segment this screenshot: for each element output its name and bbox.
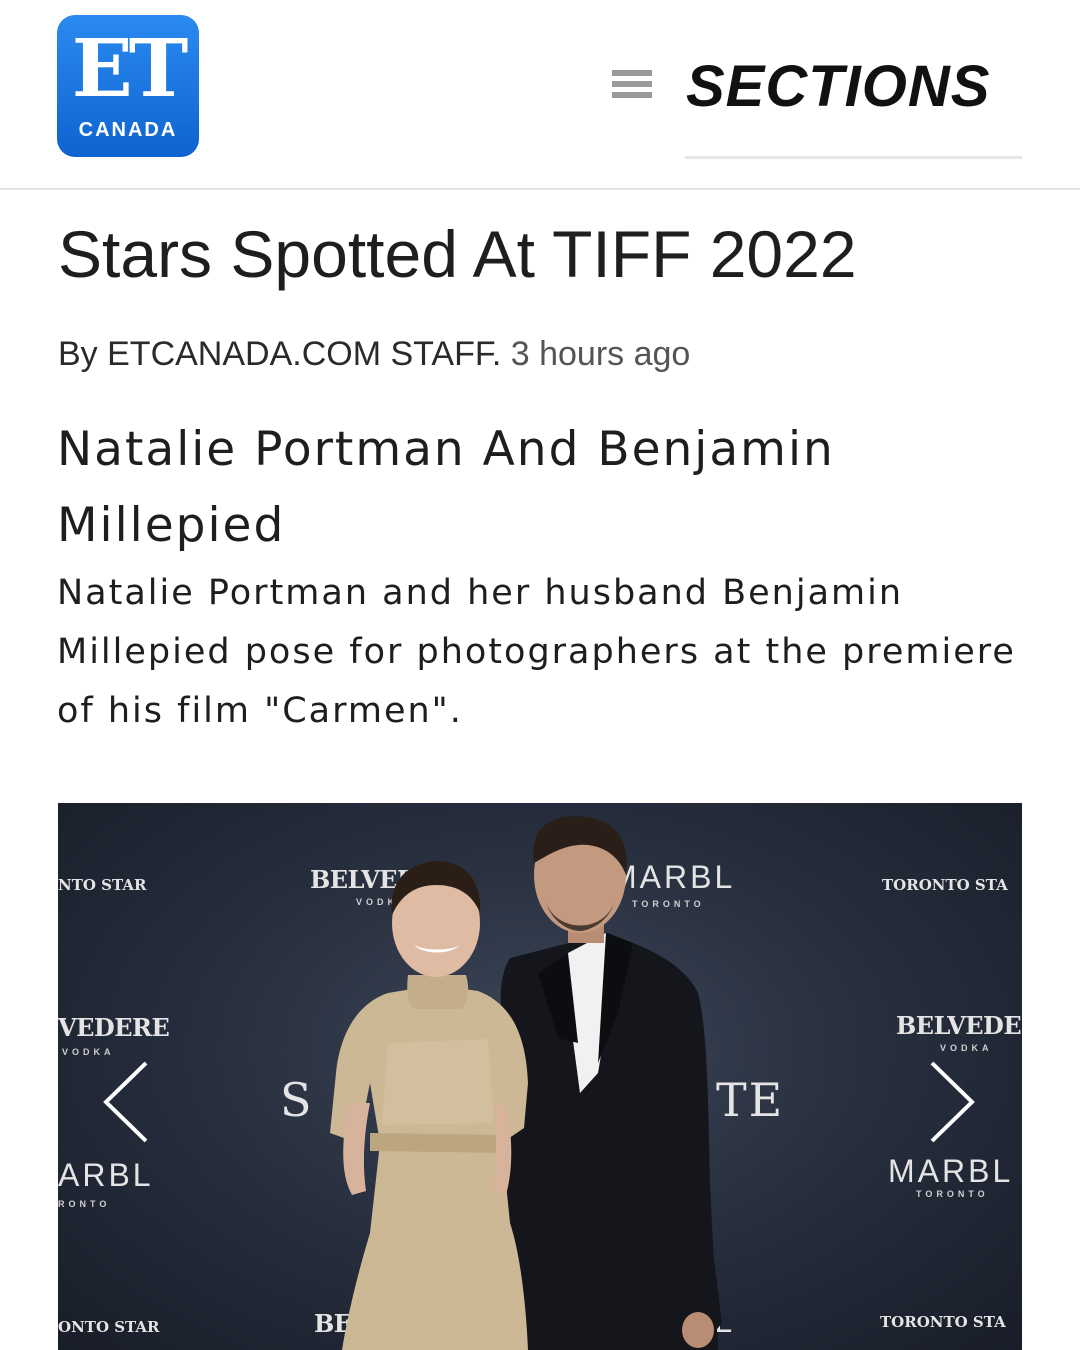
logo-wordmark: ET [71, 21, 189, 115]
chevron-right-icon [930, 1061, 975, 1143]
gallery-slide-title: Natalie Portman And Benjamin Millepied [57, 422, 835, 553]
gallery-caption: Natalie Portman and her husband Benjamin… [57, 573, 1016, 731]
et-canada-logo[interactable]: ET CANADA [57, 15, 199, 157]
article-byline: By ETCANADA.COM STAFF. 3 hours ago [58, 332, 690, 376]
chevron-left-icon [103, 1061, 148, 1143]
sections-underline [685, 156, 1022, 159]
hamburger-menu-icon[interactable] [612, 70, 652, 102]
gallery-next-button[interactable] [884, 1035, 994, 1165]
couple-figures [330, 816, 722, 1350]
byline-author[interactable]: By ETCANADA.COM STAFF. [58, 335, 501, 373]
byline-timestamp: 3 hours ago [510, 335, 691, 373]
site-header: ET CANADA SECTIONS [0, 0, 1080, 190]
woman-figure [330, 861, 528, 1350]
man-figure [496, 816, 722, 1350]
gallery-prev-button[interactable] [58, 1035, 168, 1165]
sections-menu-button[interactable]: SECTIONS [686, 54, 991, 120]
logo-subtext: CANADA [78, 119, 178, 141]
article-title: Stars Spotted At TIFF 2022 [58, 217, 857, 291]
gallery-photo[interactable]: NTO STAR BELVEDE VODK MARBL TORONTO TORO… [58, 803, 1022, 1350]
